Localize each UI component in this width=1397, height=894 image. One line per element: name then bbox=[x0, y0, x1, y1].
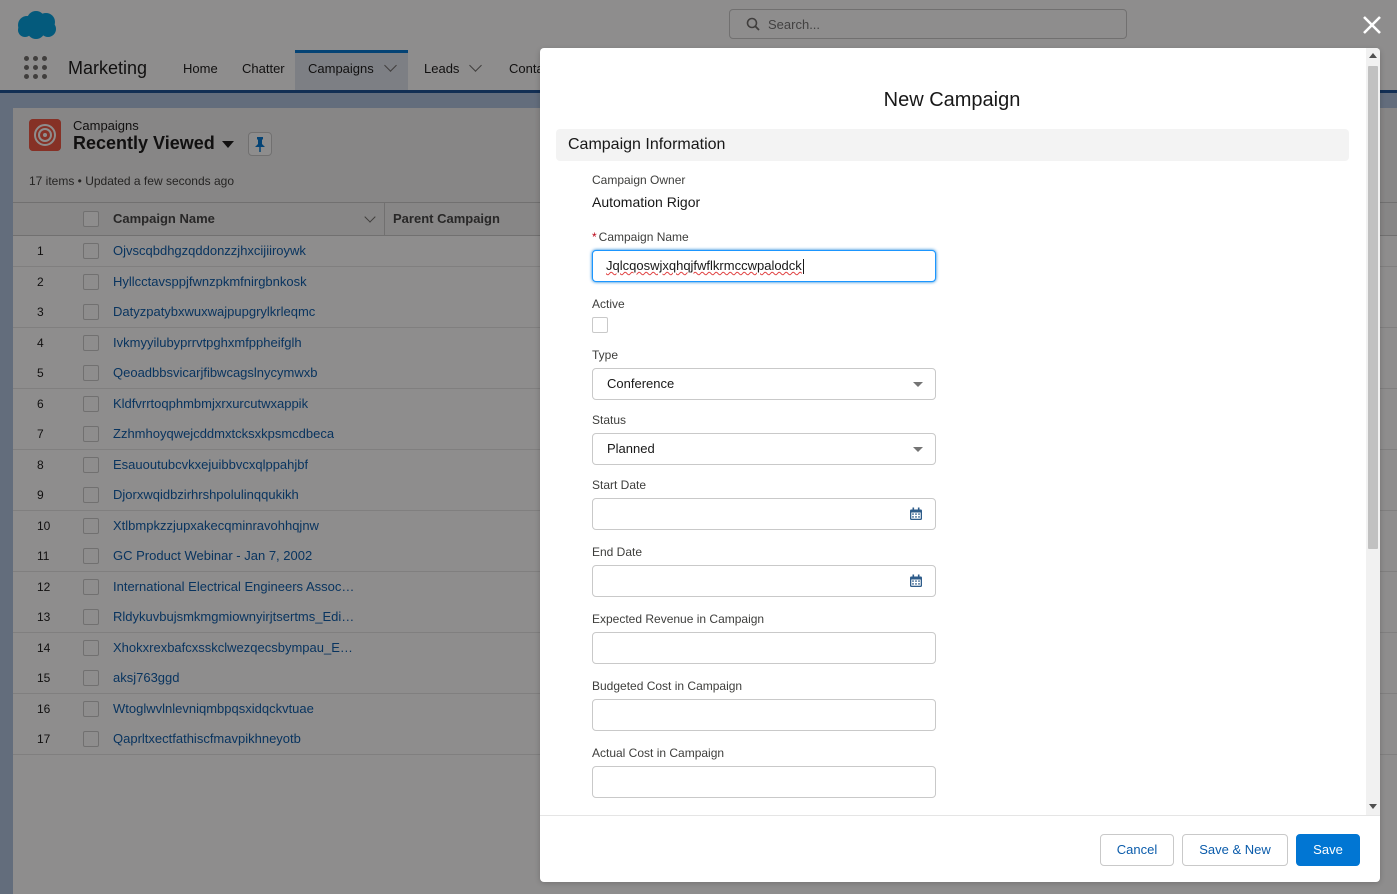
modal-scrollbar[interactable] bbox=[1366, 48, 1380, 815]
dropdown-arrow-icon bbox=[913, 447, 923, 452]
status-value: Planned bbox=[607, 441, 655, 456]
campaign-owner-label: Campaign Owner bbox=[592, 173, 686, 187]
text-cursor bbox=[802, 259, 804, 275]
type-label: Type bbox=[592, 348, 619, 362]
scroll-down-arrow-icon[interactable] bbox=[1369, 804, 1377, 809]
end-date-input[interactable] bbox=[592, 565, 936, 597]
save-and-new-button[interactable]: Save & New bbox=[1182, 834, 1288, 866]
scroll-up-arrow-icon[interactable] bbox=[1369, 53, 1377, 58]
calendar-icon[interactable] bbox=[909, 574, 923, 588]
start-date-input[interactable] bbox=[592, 498, 936, 530]
close-icon[interactable] bbox=[1359, 12, 1385, 38]
modal-title: New Campaign bbox=[883, 89, 1021, 111]
modal-body: New Campaign Campaign Information Campai… bbox=[540, 48, 1366, 815]
cancel-button[interactable]: Cancel bbox=[1100, 834, 1174, 866]
actual-cost-input[interactable] bbox=[592, 766, 936, 798]
end-date-label: End Date bbox=[592, 545, 643, 559]
type-value: Conference bbox=[607, 376, 675, 391]
save-button[interactable]: Save bbox=[1296, 834, 1360, 866]
dropdown-arrow-icon bbox=[913, 382, 923, 387]
budgeted-cost-label: Budgeted Cost in Campaign bbox=[592, 679, 743, 693]
actual-cost-label: Actual Cost in Campaign bbox=[592, 746, 725, 760]
expected-revenue-input[interactable] bbox=[592, 632, 936, 664]
active-checkbox[interactable] bbox=[592, 317, 608, 333]
section-header-campaign-information[interactable]: Campaign Information bbox=[556, 129, 1349, 161]
expected-revenue-label: Expected Revenue in Campaign bbox=[592, 612, 765, 626]
modal-footer: Cancel Save & New Save bbox=[540, 815, 1380, 882]
campaign-owner-value: Automation Rigor bbox=[592, 194, 701, 210]
campaign-name-input[interactable]: Jqlcqoswjxqhqjfwflkrmccwpalodck bbox=[592, 250, 936, 282]
start-date-label: Start Date bbox=[592, 478, 647, 492]
new-campaign-modal: New Campaign Campaign Information Campai… bbox=[540, 48, 1380, 882]
required-marker: * bbox=[592, 230, 597, 244]
status-label: Status bbox=[592, 413, 627, 427]
scrollbar-thumb[interactable] bbox=[1368, 66, 1378, 549]
section-title: Campaign Information bbox=[568, 136, 726, 153]
calendar-icon[interactable] bbox=[909, 507, 923, 521]
type-combobox[interactable]: Conference bbox=[592, 368, 936, 400]
status-combobox[interactable]: Planned bbox=[592, 433, 936, 465]
budgeted-cost-input[interactable] bbox=[592, 699, 936, 731]
active-label: Active bbox=[592, 297, 625, 311]
campaign-name-label: * Campaign Name bbox=[592, 230, 689, 244]
campaign-name-value: Jqlcqoswjxqhqjfwflkrmccwpalodck bbox=[606, 258, 802, 273]
